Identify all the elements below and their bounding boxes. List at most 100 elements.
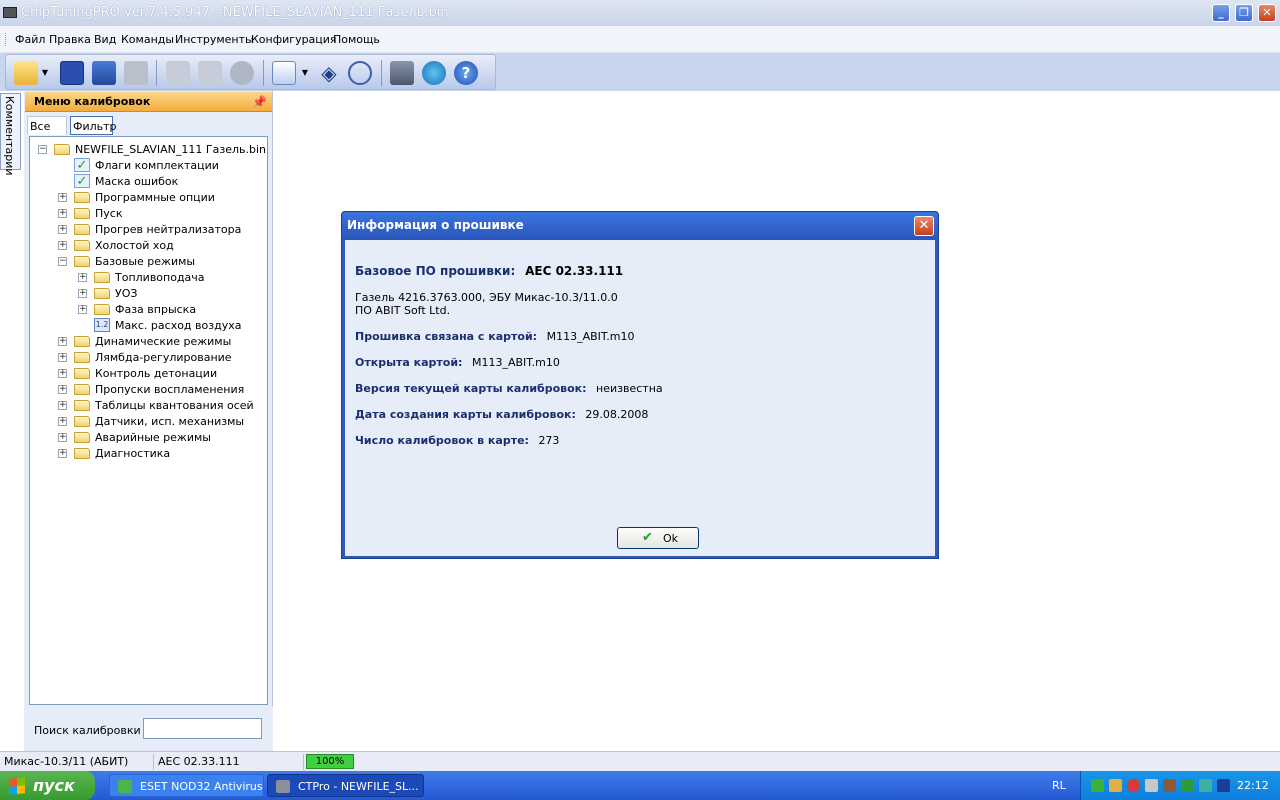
value-icon: 1.2 [94,318,110,332]
save-as-icon[interactable] [92,61,116,85]
menu-bar: Файл Правка Вид Команды Инструменты Конф… [0,26,1280,53]
tree-item[interactable]: + Датчики, исп. механизмы [58,414,258,430]
minimize-button[interactable]: _ [1212,4,1230,22]
expand-icon[interactable]: + [78,273,87,282]
tree-item[interactable]: + Программные опции [58,190,258,206]
tree-item[interactable]: ✓ Маска ошибок [58,174,258,190]
tray-app-icon[interactable] [1091,779,1104,792]
tree-item-label: Макс. расход воздуха [115,319,242,332]
expand-icon[interactable]: + [78,289,87,298]
antivirus-icon[interactable] [1127,779,1140,792]
expand-icon[interactable]: + [58,449,67,458]
restore-button[interactable]: ❐ [1235,4,1253,22]
expand-icon[interactable]: + [58,369,67,378]
tree-item[interactable]: + Диагностика [58,446,258,462]
dialog-title: Информация о прошивке [347,218,524,232]
compare-icon[interactable] [272,61,296,85]
menu-help[interactable]: Помощь [333,33,380,46]
task-eset[interactable]: ESET NOD32 Antivirus [109,774,264,797]
volume-icon[interactable] [1109,779,1122,792]
info-diamond-icon[interactable]: ◈ [317,61,341,85]
tab-all-label: Все [30,120,51,133]
tray-tool-icon[interactable] [1163,779,1176,792]
expand-icon[interactable]: + [58,241,67,250]
expand-icon[interactable]: + [58,385,67,394]
network-icon[interactable] [1145,779,1158,792]
tree-item[interactable]: 1.2 Макс. расход воздуха [78,318,258,334]
tab-all[interactable]: Все [27,116,67,135]
ok-button[interactable]: ✔ Ok [617,527,699,549]
expand-icon[interactable]: + [58,353,67,362]
dialog-close-button[interactable]: ✕ [914,216,934,236]
tree-item[interactable]: − Базовые режимы [58,254,258,270]
expand-icon[interactable]: + [58,401,67,410]
tools-icon[interactable] [390,61,414,85]
task-ctpro[interactable]: CTPro - NEWFILE_SL... [267,774,424,797]
tree-item-root[interactable]: − NEWFILE_SLAVIAN_111 Газель.bin [38,142,266,158]
tree-item[interactable]: + Динамические режимы [58,334,258,350]
tree-item[interactable]: + УОЗ [78,286,258,302]
tree-item[interactable]: + Таблицы квантования осей [58,398,263,414]
safely-remove-icon[interactable] [1181,779,1194,792]
expand-icon[interactable]: + [78,305,87,314]
folder-icon [74,432,90,443]
open-dropdown-icon[interactable]: ▼ [40,61,50,85]
save-icon[interactable] [60,61,84,85]
panel-header: Меню калибровок 📌 [25,92,272,112]
collapse-icon[interactable]: − [58,257,67,266]
tree-item[interactable]: + Пропуски воспламенения [58,382,258,398]
menu-view[interactable]: Вид [94,33,116,46]
tree-item-label: Пропуски воспламенения [95,383,245,396]
toolbar-separator [381,60,382,86]
expand-icon[interactable]: + [58,417,67,426]
tree-item[interactable]: + Прогрев нейтрализатора [58,222,258,238]
print-icon[interactable] [124,61,148,85]
folder-icon [74,448,90,459]
status-ecu: Микас-10.3/11 (АБИТ) [0,754,154,770]
close-window-button[interactable]: ✕ [1258,4,1276,22]
comments-side-tab[interactable]: Комментарии [0,93,21,176]
tray-monitor-icon[interactable] [1217,779,1230,792]
menu-edit[interactable]: Правка [49,33,91,46]
expand-icon[interactable]: + [58,225,67,234]
tree-item[interactable]: + Холостой ход [58,238,258,254]
undo-icon[interactable] [230,61,254,85]
toolbar-separator [263,60,264,86]
linked-map-row: Прошивка связана с картой: M113_ABIT.m10 [355,330,635,343]
compare-dropdown-icon[interactable]: ▼ [300,61,310,85]
collapse-icon[interactable]: − [38,145,47,154]
language-indicator[interactable]: RL [1052,779,1066,792]
tree-item[interactable]: + Топливоподача [78,270,258,286]
menu-file[interactable]: Файл [15,33,45,46]
tab-filter[interactable]: Фильтр [70,116,117,135]
panel-title: Меню калибровок [34,95,151,108]
expand-icon[interactable]: + [58,337,67,346]
copy-icon[interactable] [166,61,190,85]
calibration-tree[interactable]: − NEWFILE_SLAVIAN_111 Газель.bin ✓ Флаги… [29,136,268,705]
tree-item[interactable]: + Пуск [58,206,258,222]
menu-tools[interactable]: Инструменты [175,33,254,46]
help-icon[interactable]: ? [454,61,478,85]
expand-icon[interactable]: + [58,209,67,218]
start-button[interactable]: пуск [0,771,95,800]
expand-icon[interactable]: + [58,433,67,442]
tree-item[interactable]: + Фаза впрыска [78,302,258,318]
expand-icon[interactable]: + [58,193,67,202]
paste-icon[interactable] [198,61,222,85]
menu-configuration[interactable]: Конфигурация [251,33,337,46]
open-folder-icon[interactable] [14,61,38,85]
search-input[interactable] [143,718,262,739]
folder-icon [94,304,110,315]
tree-item[interactable]: + Лямбда-регулирование [58,350,258,366]
tree-item-label: Аварийные режимы [95,431,211,444]
firmware-info-dialog: Информация о прошивке ✕ Базовое ПО проши… [341,211,939,559]
tree-item[interactable]: + Аварийные режимы [58,430,258,446]
pin-icon[interactable]: 📌 [252,95,267,109]
tree-item[interactable]: ✓ Флаги комплектации [58,158,258,174]
search-checksum-icon[interactable] [348,61,372,85]
tray-device-icon[interactable] [1199,779,1212,792]
web-update-icon[interactable] [422,61,446,85]
menu-commands[interactable]: Команды [121,33,174,46]
folder-icon [74,352,90,363]
tree-item[interactable]: + Контроль детонации [58,366,258,382]
